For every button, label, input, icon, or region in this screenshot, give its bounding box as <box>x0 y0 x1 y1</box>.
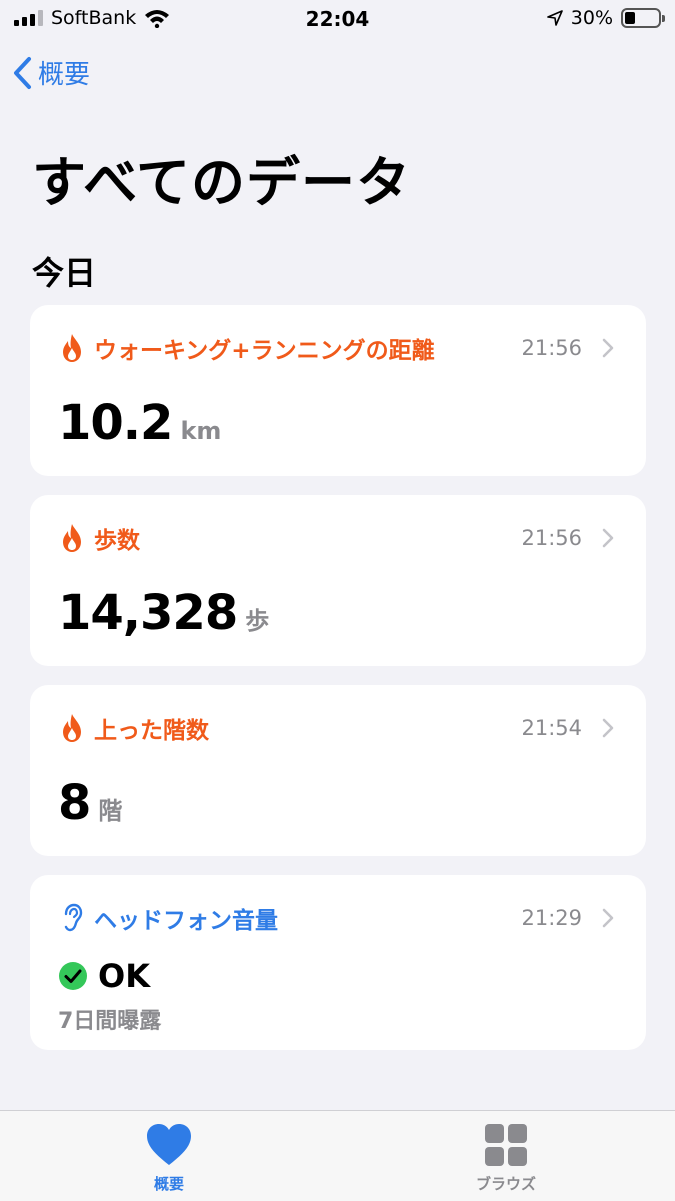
tab-label: ブラウズ <box>475 1175 536 1193</box>
card-time: 21:54 <box>521 716 582 740</box>
card-walking-running-distance[interactable]: ウォーキング+ランニングの距離 21:56 10.2 km <box>30 305 646 476</box>
flame-icon <box>58 332 86 364</box>
tab-bar: 概要 ブラウズ <box>0 1110 675 1201</box>
grid-icon <box>485 1124 527 1166</box>
card-label: ヘッドフォン音量 <box>94 908 278 934</box>
tab-browse[interactable]: ブラウズ <box>436 1123 576 1194</box>
chevron-right-icon <box>598 337 618 359</box>
back-label: 概要 <box>38 60 91 90</box>
flame-icon <box>58 522 86 554</box>
tab-label: 概要 <box>153 1175 184 1193</box>
tab-summary[interactable]: 概要 <box>99 1123 239 1194</box>
card-header: ウォーキング+ランニングの距離 21:56 <box>58 331 618 365</box>
card-value: 14,328 歩 <box>58 585 269 641</box>
card-value: 8 階 <box>58 775 122 831</box>
card-time: 21:56 <box>521 526 582 550</box>
card-label: ウォーキング+ランニングの距離 <box>94 338 435 364</box>
flame-icon <box>58 712 86 744</box>
status-bar: SoftBank 22:04 30% <box>0 0 675 40</box>
status-right: 30% <box>546 7 665 29</box>
battery-fill <box>625 12 635 24</box>
status-text: OK <box>98 957 150 995</box>
value-unit: km <box>180 417 222 445</box>
card-header: 上った階数 21:54 <box>58 711 618 745</box>
card-flights-climbed[interactable]: 上った階数 21:54 8 階 <box>30 685 646 856</box>
page-title: すべてのデータ <box>32 151 412 214</box>
value-number: 14,328 <box>58 585 238 641</box>
card-label: 上った階数 <box>94 718 209 744</box>
chevron-left-icon <box>14 56 31 89</box>
value-unit: 階 <box>98 797 123 825</box>
card-headphone-audio[interactable]: ヘッドフォン音量 21:29 OK 7日間曝露 <box>30 875 646 1050</box>
chevron-right-icon <box>598 527 618 549</box>
location-arrow-icon <box>546 10 563 26</box>
battery-icon <box>621 8 665 28</box>
checkmark-circle-icon <box>59 962 87 990</box>
chevron-right-icon <box>598 717 618 739</box>
card-time: 21:56 <box>521 336 582 360</box>
status-row: OK <box>58 957 150 995</box>
card-header: 歩数 21:56 <box>58 521 618 555</box>
card-time: 21:29 <box>521 906 582 930</box>
ear-icon <box>58 902 86 934</box>
card-label: 歩数 <box>94 528 140 554</box>
card-value: 10.2 km <box>58 395 221 451</box>
section-title-today: 今日 <box>32 254 97 292</box>
back-button[interactable]: 概要 <box>12 54 90 91</box>
value-unit: 歩 <box>245 607 270 635</box>
battery-percent: 30% <box>570 7 613 29</box>
status-subtitle: 7日間曝露 <box>58 1009 162 1034</box>
chevron-right-icon <box>598 907 618 929</box>
heart-icon <box>147 1124 191 1165</box>
card-steps[interactable]: 歩数 21:56 14,328 歩 <box>30 495 646 666</box>
card-header: ヘッドフォン音量 21:29 <box>58 901 618 935</box>
value-number: 10.2 <box>58 395 173 451</box>
value-number: 8 <box>58 775 91 831</box>
